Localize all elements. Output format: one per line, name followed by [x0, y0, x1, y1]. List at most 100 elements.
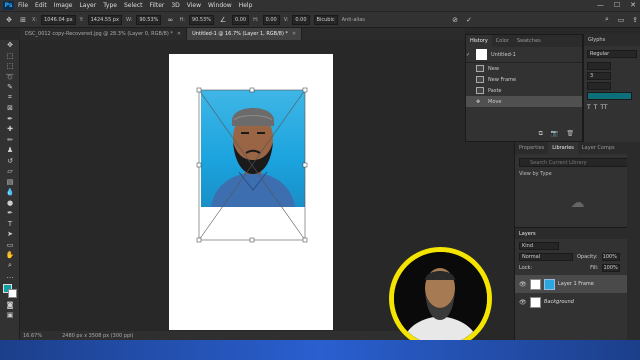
menu-layer[interactable]: Layer [79, 2, 96, 9]
move-tool-icon[interactable]: ✥ [0, 40, 20, 51]
reference-point-icon[interactable]: ⊞ [18, 15, 28, 25]
type-tool-icon[interactable]: T [0, 219, 20, 230]
faux-bold-icon[interactable]: T [587, 104, 591, 111]
eraser-tool-icon[interactable]: ▱ [0, 166, 20, 177]
history-item[interactable]: New [466, 63, 582, 74]
menu-type[interactable]: Type [103, 2, 117, 9]
close-tab-icon[interactable]: ✕ [177, 31, 181, 37]
artboard-tool-icon[interactable]: ⬚ [0, 51, 20, 62]
marquee-tool-icon[interactable]: ⬚ [0, 61, 20, 72]
color-swatches[interactable] [0, 282, 20, 300]
visibility-eye-icon[interactable]: 👁 [519, 281, 527, 288]
path-select-tool-icon[interactable]: ➤ [0, 229, 20, 240]
tab-layer-comps[interactable]: Layer Comps [578, 145, 619, 151]
quick-select-tool-icon[interactable]: ✎ [0, 82, 20, 93]
menu-bar: Ps File Edit Image Layer Type Select Fil… [0, 0, 640, 11]
frame-tool-icon[interactable]: ⊠ [0, 103, 20, 114]
history-item[interactable]: ✥ Move [466, 96, 582, 107]
gradient-tool-icon[interactable]: ▤ [0, 177, 20, 188]
more-tools-icon[interactable]: … [0, 271, 20, 282]
font-size-field[interactable]: 3 [587, 72, 611, 80]
shape-tool-icon[interactable]: ▭ [0, 240, 20, 251]
commit-transform-icon[interactable]: ✓ [464, 15, 474, 25]
blur-tool-icon[interactable]: 💧 [0, 187, 20, 198]
angle-field[interactable]: 0.00 [231, 14, 250, 25]
workspace-icon[interactable]: ▭ [616, 15, 626, 25]
antialias-label[interactable]: Anti-alias [342, 17, 365, 23]
search-icon[interactable]: ⌕ [602, 15, 612, 25]
visibility-eye-icon[interactable]: 👁 [519, 299, 527, 306]
leading-field[interactable] [587, 82, 611, 90]
tab-libraries[interactable]: Libraries [548, 142, 578, 154]
menu-file[interactable]: File [18, 2, 28, 9]
maximize-icon[interactable]: ☐ [614, 1, 620, 9]
history-brush-source-icon[interactable]: ✓ [466, 52, 476, 58]
library-search-input[interactable]: Search Current Library [519, 158, 636, 167]
close-tab-icon[interactable]: ✕ [292, 31, 296, 37]
history-item[interactable]: Paste [466, 85, 582, 96]
close-icon[interactable]: ✕ [630, 1, 636, 9]
history-item[interactable]: New Frame [466, 74, 582, 85]
x-field[interactable]: 1046.04 px [41, 14, 76, 25]
tracking-field[interactable] [587, 62, 611, 70]
stamp-tool-icon[interactable]: ♟ [0, 145, 20, 156]
dodge-tool-icon[interactable]: ● [0, 198, 20, 209]
tab-color[interactable]: Color [492, 38, 513, 44]
layers-title[interactable]: Layers [515, 227, 640, 239]
minimize-icon[interactable]: — [597, 1, 604, 9]
trash-icon[interactable]: 🗑 [566, 130, 574, 138]
menu-image[interactable]: Image [54, 2, 73, 9]
options-bar: ✥ ⊞ X: 1046.04 px Y: 1424.55 px W: 90.53… [0, 11, 640, 28]
text-color-swatch[interactable] [587, 92, 632, 100]
menu-3d[interactable]: 3D [171, 2, 179, 9]
cancel-transform-icon[interactable]: ⊘ [450, 15, 460, 25]
layer-row[interactable]: 👁 Layer 1 Frame [515, 275, 640, 293]
h-skew-field[interactable]: 0.00 [262, 14, 280, 25]
v-skew-field[interactable]: 0.00 [292, 14, 310, 25]
layer-row[interactable]: 👁 Background [515, 293, 640, 311]
blend-mode-select[interactable]: Normal [519, 253, 573, 261]
opacity-field[interactable]: 100% [601, 253, 620, 261]
menu-select[interactable]: Select [124, 2, 143, 9]
menu-filter[interactable]: Filter [150, 2, 165, 9]
link-icon[interactable]: ∞ [165, 15, 175, 25]
background-color[interactable] [8, 288, 17, 298]
all-caps-icon[interactable]: TT [600, 104, 607, 111]
h-field[interactable]: 90.53% [188, 14, 214, 25]
tab-properties[interactable]: Properties [515, 145, 548, 151]
menu-view[interactable]: View [187, 2, 201, 9]
passport-photo-layer[interactable] [201, 90, 305, 207]
fill-field[interactable]: 100% [602, 264, 621, 272]
screen-mode-icon[interactable]: ▣ [0, 310, 20, 321]
kind-filter-select[interactable]: Kind [519, 242, 559, 250]
zoom-tool-icon[interactable]: ⌕ [0, 261, 20, 272]
tab-dsc0012[interactable]: DSC_0012 copy-Recovered.jpg @ 28.3% (Lay… [20, 28, 188, 40]
font-style-select[interactable]: Regular [587, 50, 637, 58]
snapshot-camera-icon[interactable]: 📷 [551, 130, 558, 138]
eyedropper-tool-icon[interactable]: ✒ [0, 114, 20, 125]
menu-help[interactable]: Help [239, 2, 253, 9]
menu-edit[interactable]: Edit [35, 2, 47, 9]
interpolation-select[interactable]: Bicubic [313, 14, 338, 25]
pen-tool-icon[interactable]: ✒ [0, 208, 20, 219]
view-by-type-select[interactable]: View by Type [519, 171, 636, 177]
history-snapshot[interactable]: ✓ Untitled-1 [466, 47, 582, 63]
quick-mask-icon[interactable]: ◙ [0, 300, 20, 311]
healing-tool-icon[interactable]: ✚ [0, 124, 20, 135]
tab-history[interactable]: History [466, 35, 492, 47]
faux-italic-icon[interactable]: T [594, 104, 598, 111]
new-document-from-state-icon[interactable]: ⧉ [539, 130, 543, 138]
tab-untitled-1[interactable]: Untitled-1 @ 16.7% (Layer 1, RGB/8) * ✕ [187, 28, 303, 40]
menu-window[interactable]: Window [208, 2, 232, 9]
share-icon[interactable]: ⇪ [630, 15, 640, 25]
history-brush-tool-icon[interactable]: ↺ [0, 156, 20, 167]
hand-tool-icon[interactable]: ✋ [0, 250, 20, 261]
w-field[interactable]: 90.53% [136, 14, 162, 25]
y-field[interactable]: 1424.55 px [87, 14, 123, 25]
crop-tool-icon[interactable]: ⌗ [0, 93, 20, 104]
tab-swatches[interactable]: Swatches [513, 38, 545, 44]
move-tool-icon[interactable]: ✥ [4, 15, 14, 25]
lasso-tool-icon[interactable]: ➰ [0, 72, 20, 83]
zoom-level[interactable]: 16.67% [23, 333, 42, 339]
brush-tool-icon[interactable]: ✏ [0, 135, 20, 146]
